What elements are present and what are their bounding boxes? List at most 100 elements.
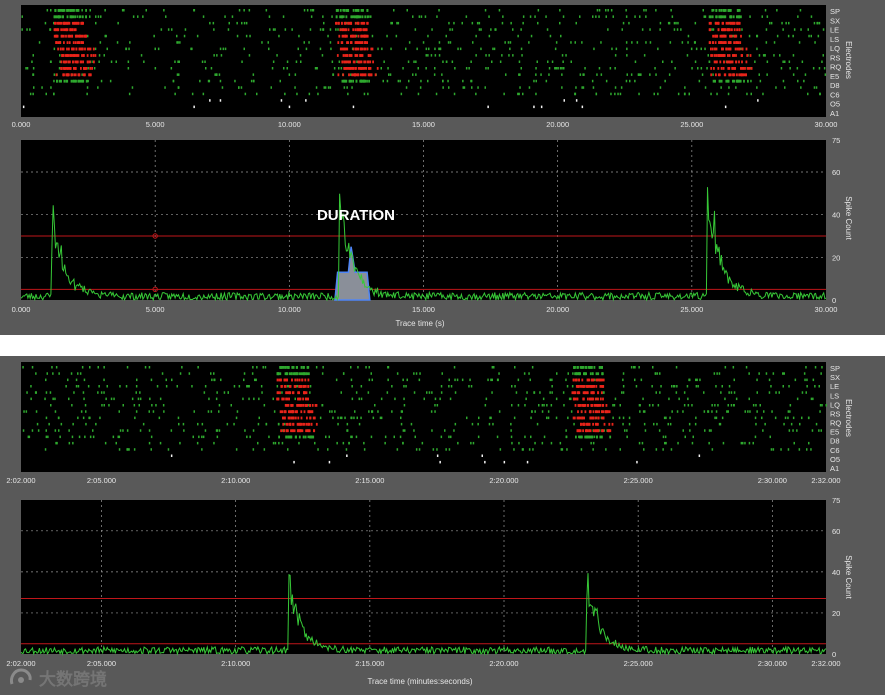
spike-mark xyxy=(196,441,199,445)
burst-spike-mark xyxy=(601,372,603,376)
spike-mark xyxy=(811,429,814,432)
spike-mark xyxy=(327,86,330,89)
spike-mark xyxy=(459,47,462,51)
burst-spike-mark xyxy=(592,397,595,401)
burst-spike-mark xyxy=(307,429,310,433)
spike-mark xyxy=(592,448,594,451)
spike-mark xyxy=(230,404,232,407)
spike-mark xyxy=(626,73,628,76)
burst-spike-mark xyxy=(708,28,711,32)
spike-mark xyxy=(508,54,510,57)
spike-mark xyxy=(792,73,795,76)
burst-spike-mark xyxy=(735,79,738,83)
spike-mark xyxy=(677,441,679,445)
burst-spike-mark xyxy=(92,47,95,51)
spike-mark xyxy=(148,429,151,432)
burst-spike-mark xyxy=(81,79,84,83)
spike-mark xyxy=(477,422,479,426)
burst-spike-mark xyxy=(72,60,74,64)
bottom-figure-panel: 2:02.000 2:05.000 2:10.000 2:15.000 2:20.000… xyxy=(0,356,885,695)
spike-mark xyxy=(468,67,470,70)
burst-spike-mark xyxy=(278,378,281,382)
burst-spike-mark xyxy=(286,378,288,382)
burst-spike-mark xyxy=(300,366,303,369)
burst-spike-mark xyxy=(66,21,69,25)
spike-mark xyxy=(261,391,263,394)
spike-mark xyxy=(728,86,730,89)
burst-spike-mark xyxy=(728,9,730,12)
spike-mark xyxy=(757,99,759,102)
burst-spike-mark xyxy=(735,54,737,57)
spike-mark xyxy=(510,422,512,426)
burst-spike-mark xyxy=(600,410,603,414)
spike-mark xyxy=(563,67,565,70)
burst-spike-mark xyxy=(84,47,86,51)
burst-spike-mark xyxy=(733,41,735,44)
spike-mark xyxy=(775,86,777,89)
burst-spike-mark xyxy=(583,385,586,388)
spike-mark xyxy=(493,47,496,51)
burst-spike-mark xyxy=(738,79,740,83)
spike-mark xyxy=(110,397,113,401)
spike-mark xyxy=(533,105,535,109)
spike-mark xyxy=(453,92,456,96)
burst-spike-mark xyxy=(290,416,293,420)
spike-mark xyxy=(625,41,628,44)
spike-mark xyxy=(630,366,633,369)
spike-mark xyxy=(54,397,56,401)
spike-mark xyxy=(391,410,393,413)
spike-mark xyxy=(176,73,179,76)
spike-mark xyxy=(243,21,246,25)
spike-mark xyxy=(35,410,38,413)
burst-spike-mark xyxy=(62,47,64,51)
spike-mark xyxy=(540,105,543,109)
spike-mark xyxy=(622,21,625,25)
burst-spike-mark xyxy=(588,435,591,439)
spike-mark xyxy=(768,391,771,394)
spike-mark xyxy=(129,41,131,44)
spike-mark xyxy=(216,435,219,439)
burst-spike-mark xyxy=(603,422,606,426)
spike-mark xyxy=(619,404,621,407)
spike-mark xyxy=(431,429,433,432)
spike-mark xyxy=(381,47,383,51)
spike-mark xyxy=(796,67,799,70)
spike-mark xyxy=(50,60,52,63)
top-figure-panel: 0.000 5.000 10.000 15.000 20.000 25.000 30.000… xyxy=(0,0,885,335)
burst-spike-mark xyxy=(360,34,362,38)
burst-spike-mark xyxy=(609,429,612,433)
spike-mark xyxy=(478,416,480,420)
burst-spike-mark xyxy=(714,21,717,25)
spike-mark xyxy=(89,15,91,18)
spike-mark xyxy=(343,372,345,375)
spike-mark xyxy=(219,47,222,51)
spike-mark xyxy=(779,54,781,57)
spike-mark xyxy=(822,28,825,31)
spike-mark xyxy=(787,448,790,451)
raster-a-x-tick-label: 25.000 xyxy=(680,120,703,129)
burst-spike-mark xyxy=(602,404,605,407)
spike-mark xyxy=(649,73,651,76)
burst-spike-mark xyxy=(579,372,581,376)
raster-b-y-ticks: SPSXLELSLQRSRQE5D8C6O5A1 xyxy=(830,364,841,473)
spike-mark xyxy=(635,385,638,388)
burst-spike-mark xyxy=(309,416,312,420)
burst-spike-mark xyxy=(726,60,728,64)
spike-mark xyxy=(513,416,516,420)
spike-mark xyxy=(135,410,138,413)
spike-mark xyxy=(327,448,329,451)
spike-mark xyxy=(695,416,697,420)
spike-mark xyxy=(810,397,813,401)
spike-mark xyxy=(656,372,659,375)
spike-mark xyxy=(405,385,407,388)
spike-mark xyxy=(806,448,808,451)
spike-mark xyxy=(770,385,772,388)
spike-mark xyxy=(413,60,415,63)
spike-mark xyxy=(305,99,307,102)
spike-mark xyxy=(565,378,567,382)
spike-mark xyxy=(762,429,764,432)
spike-mark xyxy=(283,422,286,426)
spike-mark xyxy=(534,410,536,413)
burst-spike-mark xyxy=(354,21,357,25)
spike-mark xyxy=(236,21,238,25)
